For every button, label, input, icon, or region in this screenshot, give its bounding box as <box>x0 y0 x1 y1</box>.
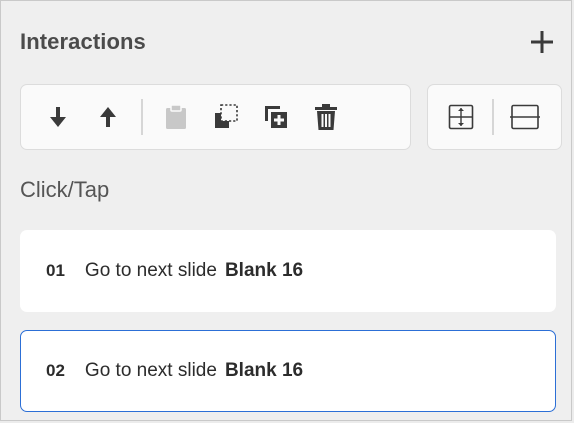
move-down-icon <box>50 107 66 127</box>
interaction-item-selected[interactable]: 02 Go to next slide Blank 16 <box>20 330 556 412</box>
copy-button[interactable] <box>201 92 251 142</box>
paste-icon <box>166 104 186 129</box>
interaction-action: Go to next slide <box>84 260 217 281</box>
panel-title: Interactions <box>20 29 146 54</box>
duplicate-icon <box>265 106 287 128</box>
collapse-icon <box>510 104 540 130</box>
add-interaction-button[interactable] <box>525 25 559 59</box>
paste-button[interactable] <box>151 92 201 142</box>
delete-button[interactable] <box>301 92 351 142</box>
expand-all-button[interactable] <box>436 92 486 142</box>
interaction-action: Go to next slide <box>84 360 217 381</box>
interaction-target: Blank 16 <box>224 360 304 381</box>
plus-icon <box>531 31 553 53</box>
expand-icon <box>448 104 474 130</box>
copy-icon <box>215 104 238 128</box>
move-up-icon <box>100 107 116 127</box>
interaction-target: Blank 16 <box>224 260 304 281</box>
collapse-all-button[interactable] <box>500 92 550 142</box>
interactions-panel: Interactions Click/Tap 01 Go to next sli… <box>0 0 572 421</box>
toolbar-separator <box>492 99 494 135</box>
toolbar-separator <box>141 99 143 135</box>
interaction-actions-toolbar <box>20 84 411 150</box>
duplicate-button[interactable] <box>251 92 301 142</box>
trigger-section-label: Click/Tap <box>20 177 110 202</box>
interaction-item[interactable]: 01 Go to next slide Blank 16 <box>20 230 556 312</box>
interaction-number: 02 <box>46 361 65 380</box>
interaction-number: 01 <box>46 261 65 280</box>
move-down-button[interactable] <box>33 92 83 142</box>
view-toggle-toolbar <box>427 84 562 150</box>
panel-header: Interactions <box>20 25 559 59</box>
delete-icon <box>315 104 337 130</box>
move-up-button[interactable] <box>83 92 133 142</box>
